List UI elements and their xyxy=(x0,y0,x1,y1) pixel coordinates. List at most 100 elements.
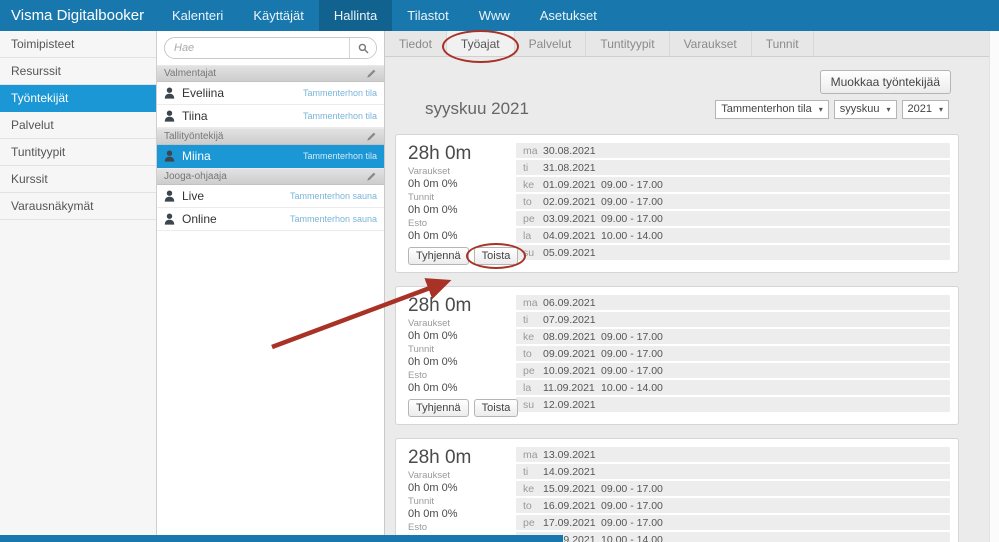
day-row[interactable]: ti 14.09.2021 xyxy=(516,464,950,479)
person-icon xyxy=(164,110,175,122)
day-time: 09.00 - 17.00 xyxy=(601,195,663,208)
day-date: 14.09.2021 xyxy=(543,465,596,478)
group-title: Jooga-ohjaaja xyxy=(164,171,227,182)
sidebar-item-ty-ntekij-t[interactable]: Työntekijät xyxy=(0,85,156,112)
sidebar: Toimipisteet Resurssit Työntekijät Palvelut… xyxy=(0,31,157,542)
employee-name: Live xyxy=(182,189,205,203)
day-row[interactable]: su 12.09.2021 xyxy=(516,397,950,412)
day-row[interactable]: ti 31.08.2021 xyxy=(516,160,950,175)
filter-dropdown-tammenterhon-tila[interactable]: Tammenterhon tila ▾ xyxy=(715,99,829,119)
tab-tunnit[interactable]: Tunnit xyxy=(752,31,814,56)
repeat-button[interactable]: Toista xyxy=(473,399,519,417)
clear-button[interactable]: Tyhjennä xyxy=(408,399,469,417)
day-abbr: ke xyxy=(523,178,535,191)
employee-item-live[interactable]: Live Tammenterhon sauna xyxy=(157,185,384,208)
day-abbr: ma xyxy=(523,144,538,157)
day-date: 09.09.2021 xyxy=(543,347,596,360)
tab-tuntityypit[interactable]: Tuntityypit xyxy=(586,31,670,56)
day-abbr: su xyxy=(523,398,535,411)
day-abbr: to xyxy=(523,195,532,208)
day-row[interactable]: pe 17.09.2021 09.00 - 17.00 xyxy=(516,515,950,530)
search-input[interactable] xyxy=(165,38,349,58)
person-icon xyxy=(164,150,175,162)
day-row[interactable]: ke 01.09.2021 09.00 - 17.00 xyxy=(516,177,950,192)
day-date: 07.09.2021 xyxy=(543,313,596,326)
edit-group-icon[interactable] xyxy=(366,68,377,79)
edit-employee-button[interactable]: Muokkaa työntekijää xyxy=(819,70,951,94)
chevron-down-icon: ▾ xyxy=(938,104,943,114)
day-row[interactable]: to 09.09.2021 09.00 - 17.00 xyxy=(516,346,950,361)
month-title: syyskuu 2021 xyxy=(425,99,529,118)
day-row[interactable]: la 11.09.2021 10.00 - 14.00 xyxy=(516,380,950,395)
nav-item-tilastot[interactable]: Tilastot xyxy=(392,0,463,31)
filter-dropdown-2021[interactable]: 2021 ▾ xyxy=(901,99,949,119)
sidebar-item-kurssit[interactable]: Kurssit xyxy=(0,166,156,193)
app-brand: Visma Digitalbooker xyxy=(11,7,145,24)
day-row[interactable]: su 05.09.2021 xyxy=(516,245,950,260)
search-row xyxy=(157,31,384,65)
week-summary: 28h 0m Varaukset 0h 0m 0% Tunnit 0h 0m 0% Est… xyxy=(404,294,519,417)
sidebar-item-tuntityypit[interactable]: Tuntityypit xyxy=(0,139,156,166)
summary-value-tunnit: 0h 0m 0% xyxy=(408,204,458,216)
clear-button[interactable]: Tyhjennä xyxy=(408,247,469,265)
search-button[interactable] xyxy=(349,38,376,58)
day-time: 09.00 - 17.00 xyxy=(601,347,663,360)
day-time: 09.00 - 17.00 xyxy=(601,330,663,343)
summary-value-varaukset: 0h 0m 0% xyxy=(408,330,458,342)
sidebar-item-toimipisteet[interactable]: Toimipisteet xyxy=(0,31,156,58)
day-abbr: ma xyxy=(523,296,538,309)
employee-item-miina[interactable]: Miina Tammenterhon tila xyxy=(157,145,384,168)
day-row[interactable]: ti 07.09.2021 xyxy=(516,312,950,327)
week-actions: Tyhjennä Toista xyxy=(408,399,519,417)
scrollbar[interactable] xyxy=(989,31,999,542)
day-abbr: la xyxy=(523,229,532,242)
day-row[interactable]: pe 03.09.2021 09.00 - 17.00 xyxy=(516,211,950,226)
day-abbr: to xyxy=(523,499,532,512)
edit-group-icon[interactable] xyxy=(366,131,377,142)
top-nav: Visma Digitalbooker Kalenteri Käyttäjät Ha… xyxy=(0,0,999,31)
day-date: 17.09.2021 xyxy=(543,516,596,529)
day-row[interactable]: la18.09.202110.00 - 14.00 xyxy=(516,532,950,542)
group-header-jooga-ohjaaja: Jooga-ohjaaja xyxy=(157,168,384,185)
tab-ty-ajat[interactable]: Työajat xyxy=(441,30,519,63)
sidebar-item-resurssit[interactable]: Resurssit xyxy=(0,58,156,85)
day-row[interactable]: to 02.09.2021 09.00 - 17.00 xyxy=(516,194,950,209)
employee-item-eveliina[interactable]: Eveliina Tammenterhon tila xyxy=(157,82,384,105)
day-row[interactable]: ma 13.09.2021 xyxy=(516,447,950,462)
filter-value: syyskuu xyxy=(839,103,880,115)
employee-item-online[interactable]: Online Tammenterhon sauna xyxy=(157,208,384,231)
day-abbr: ke xyxy=(523,330,535,343)
employee-item-tiina[interactable]: Tiina Tammenterhon tila xyxy=(157,105,384,128)
day-row[interactable]: to 16.09.2021 09.00 - 17.00 xyxy=(516,498,950,513)
day-date: 15.09.2021 xyxy=(543,482,596,495)
tab-varaukset[interactable]: Varaukset xyxy=(670,31,752,56)
nav-item-k-ytt-j-t[interactable]: Käyttäjät xyxy=(238,0,319,31)
week-summary: 28h 0m Varaukset 0h 0m 0% Tunnit 0h 0m 0% Est… xyxy=(404,142,527,269)
day-row[interactable]: la 04.09.2021 10.00 - 14.00 xyxy=(516,228,950,243)
tab-tiedot[interactable]: Tiedot xyxy=(385,31,447,56)
day-abbr: ma xyxy=(523,448,538,461)
day-row[interactable]: ma 30.08.2021 xyxy=(516,143,950,158)
group-header-valmentajat: Valmentajat xyxy=(157,65,384,82)
day-row[interactable]: pe 10.09.2021 09.00 - 17.00 xyxy=(516,363,950,378)
day-abbr: ti xyxy=(523,161,529,174)
sidebar-item-palvelut[interactable]: Palvelut xyxy=(0,112,156,139)
tab-palvelut[interactable]: Palvelut xyxy=(515,31,587,56)
edit-group-icon[interactable] xyxy=(366,171,377,182)
nav-item-hallinta[interactable]: Hallinta xyxy=(318,0,393,31)
day-row[interactable]: ke 15.09.2021 09.00 - 17.00 xyxy=(516,481,950,496)
nav-item-www[interactable]: Www xyxy=(464,0,525,31)
repeat-button[interactable]: Toista xyxy=(465,243,527,269)
day-row[interactable]: ma 06.09.2021 xyxy=(516,295,950,310)
employee-location: Tammenterhon sauna xyxy=(289,191,377,201)
nav-item-kalenteri[interactable]: Kalenteri xyxy=(157,0,238,31)
day-date: 02.09.2021 xyxy=(543,195,596,208)
filter-value: 2021 xyxy=(907,103,932,115)
edit-row: Muokkaa työntekijää xyxy=(395,57,999,94)
nav-item-asetukset[interactable]: Asetukset xyxy=(525,0,612,31)
week-days: ma 30.08.2021 ti 31.08.2021 ke 01.09.2021 09.0… xyxy=(516,142,950,265)
day-row[interactable]: ke 08.09.2021 09.00 - 17.00 xyxy=(516,329,950,344)
filter-dropdown-syyskuu[interactable]: syyskuu ▾ xyxy=(833,99,897,119)
sidebar-item-varausn-kym-t[interactable]: Varausnäkymät xyxy=(0,193,156,220)
day-time: 10.00 - 14.00 xyxy=(601,229,663,242)
